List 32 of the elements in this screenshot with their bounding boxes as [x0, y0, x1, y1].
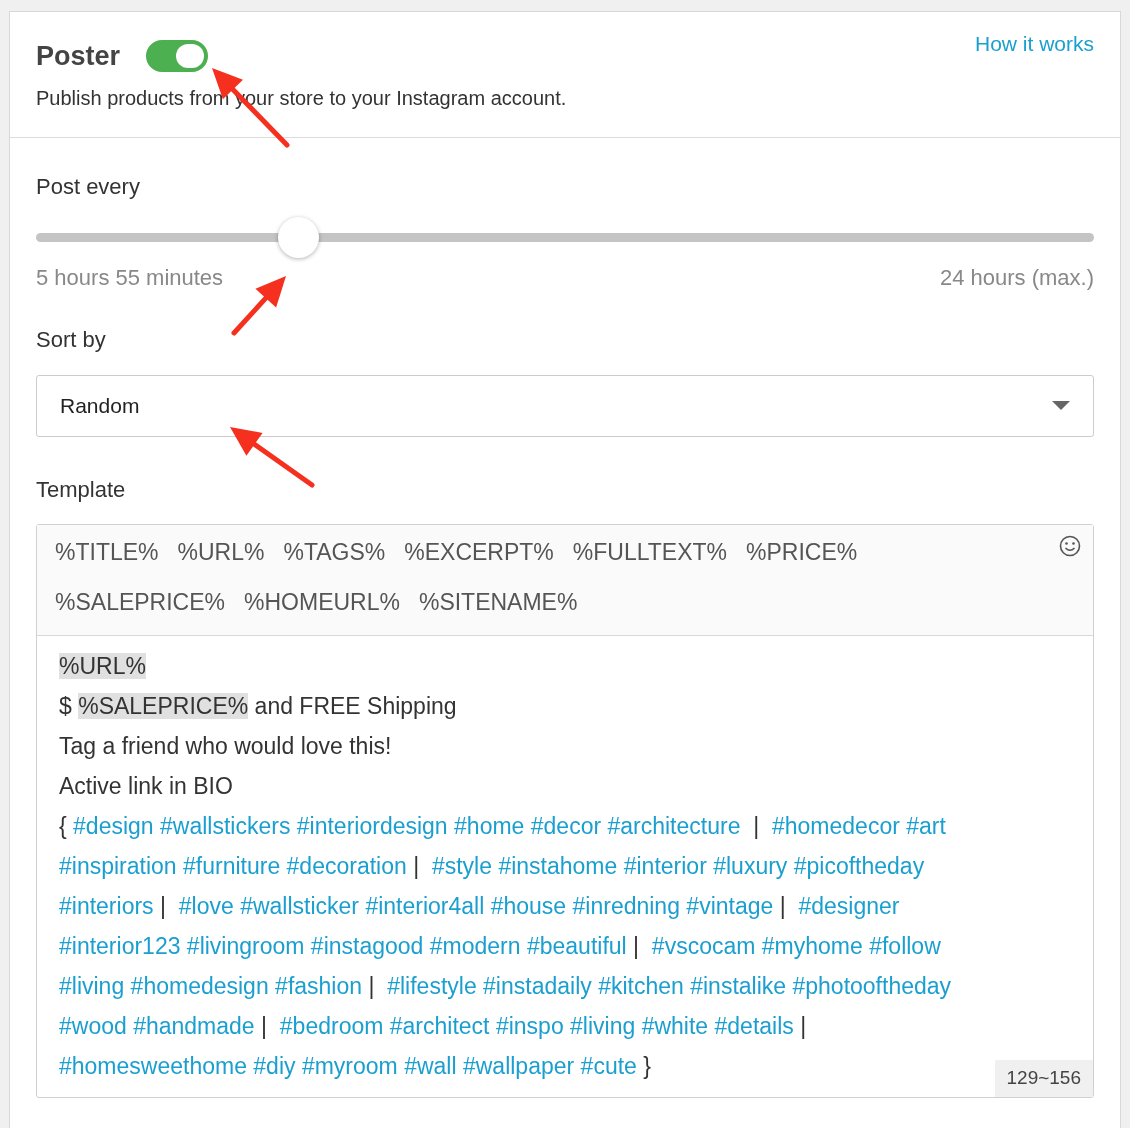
dropdown-caret-icon	[1052, 400, 1070, 411]
field-label: Sort by	[36, 325, 107, 354]
character-counter: 129~156	[994, 1060, 1093, 1097]
annotation-arrow	[231, 276, 286, 336]
slider-max-label: 24 hours (max.)	[939, 263, 1094, 292]
slider-thumb[interactable]	[278, 216, 320, 258]
template-line: #inspiration #furniture #decoration | #style #instahome #interior #luxury #picoftheday	[59, 851, 925, 881]
template-line: #living #homedesign #fashion | #lifestyle #instadaily #kitchen #instalike #photooftheday	[59, 971, 952, 1001]
template-line: Active link in BIO	[59, 771, 233, 801]
token-button[interactable]: %PRICE%	[746, 526, 858, 577]
template-line: $ %SALEPRICE% and FREE Shipping	[59, 691, 457, 721]
template-line: #interiors | #love #wallsticker #interior4all #house #inredning #vintage | #designer	[59, 891, 900, 921]
slider-value: 5 hours 55 minutes	[36, 263, 224, 292]
smiley-icon[interactable]	[1059, 534, 1081, 557]
token-button[interactable]: %SALEPRICE%	[55, 576, 225, 627]
token-button[interactable]: %FULLTEXT%	[572, 526, 728, 577]
token-button[interactable]: %EXCERPT%	[404, 526, 554, 577]
token-button[interactable]: %URL%	[177, 526, 265, 577]
token-button[interactable]: %HOMEURL%	[244, 576, 400, 627]
template-line: #interior123 #livingroom #instagood #modern #beautiful | #vscocam #myhome #follow	[59, 931, 941, 961]
template-line: #wood #handmade | #bedroom #architect #inspo #living #white #details |	[59, 1011, 807, 1041]
token-button[interactable]: %TITLE%	[55, 526, 159, 577]
toggle-switch[interactable]	[146, 40, 209, 73]
token-button[interactable]: %TAGS%	[283, 526, 386, 577]
template-line: Tag a friend who would love this!	[59, 731, 392, 761]
token-button[interactable]: %SITENAME%	[418, 576, 578, 627]
field-label: Post every	[36, 172, 141, 201]
section-title: Poster	[36, 40, 121, 73]
template-line: #homesweethome #diy #myroom #wall #wallpaper #cute }	[59, 1051, 651, 1081]
sort-select[interactable]: Random	[36, 374, 1094, 437]
template-line: { #design #wallstickers #interiordesign #home #decor #architecture | #homedecor #art	[59, 811, 946, 841]
field-label: Template	[36, 475, 127, 504]
